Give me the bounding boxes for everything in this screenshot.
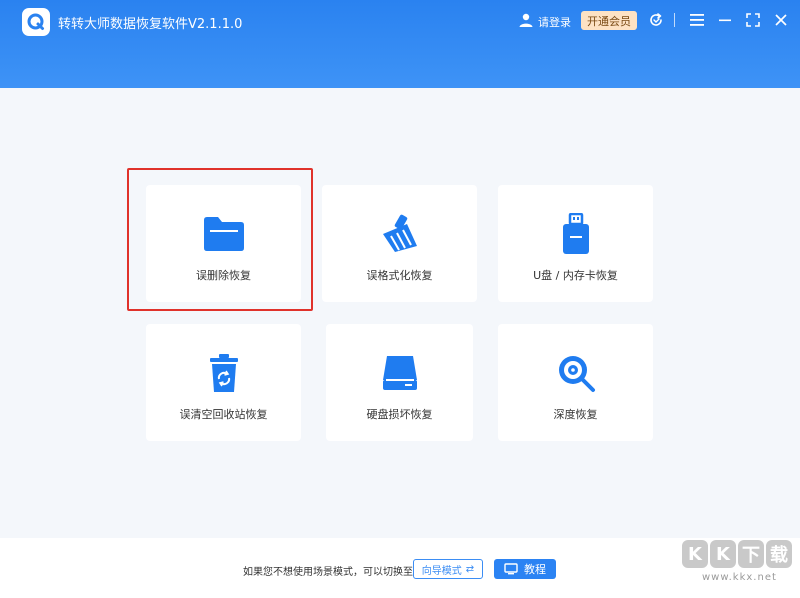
watermark-letter: 下 [738,540,764,568]
hard-drive-icon [326,352,473,394]
refresh-icon[interactable] [647,11,665,29]
card-label: U盘 / 内存卡恢复 [533,269,618,282]
login-link[interactable]: 请登录 [518,12,571,32]
app-title: 转转大师数据恢复软件V2.1.1.0 [58,17,243,32]
minimize-icon[interactable] [716,11,734,29]
maximize-icon[interactable] [744,11,762,29]
watermark: K K 下 载 www.kkx.net [682,540,798,596]
user-icon [518,12,534,32]
header-separator [674,13,675,27]
login-label: 请登录 [538,16,571,29]
watermark-url: www.kkx.net [702,572,777,583]
tutorial-button[interactable]: 教程 [494,559,556,579]
tutorial-label: 教程 [524,563,546,576]
card-format-recovery[interactable]: 误格式化恢复 [322,185,477,302]
recycle-bin-icon [146,352,301,394]
close-icon[interactable] [772,11,790,29]
footer-bar: 如果您不想使用场景模式，可以切换至 向导模式 ⇄ 教程 [0,538,800,598]
watermark-letter: 载 [766,540,792,568]
watermark-letter: K [710,540,736,568]
title-bar: 转转大师数据恢复软件V2.1.1.0 请登录 开通会员 [0,0,800,88]
card-recycle-bin-recovery[interactable]: 误清空回收站恢复 [146,324,301,441]
card-label: 深度恢复 [553,408,598,421]
broom-icon [322,213,477,255]
card-hard-drive-recovery[interactable]: 硬盘损坏恢复 [326,324,473,441]
footer-hint: 如果您不想使用场景模式，可以切换至 [243,567,413,578]
watermark-letter: K [682,540,708,568]
card-label: 硬盘损坏恢复 [366,408,433,421]
card-label: 误格式化恢复 [366,269,433,282]
menu-icon[interactable] [688,11,706,29]
vip-button[interactable]: 开通会员 [581,11,637,30]
monitor-icon [504,563,518,575]
switch-arrows-icon: ⇄ [465,563,475,575]
app-logo-icon [22,8,50,36]
selection-highlight [127,168,313,311]
card-label: 误清空回收站恢复 [179,408,268,421]
guide-mode-label: 向导模式 [421,565,462,577]
deep-scan-icon [498,352,653,394]
card-deep-recovery[interactable]: 深度恢复 [498,324,653,441]
usb-drive-icon [498,213,653,255]
card-usb-recovery[interactable]: U盘 / 内存卡恢复 [498,185,653,302]
guide-mode-button[interactable]: 向导模式 ⇄ [413,559,483,579]
